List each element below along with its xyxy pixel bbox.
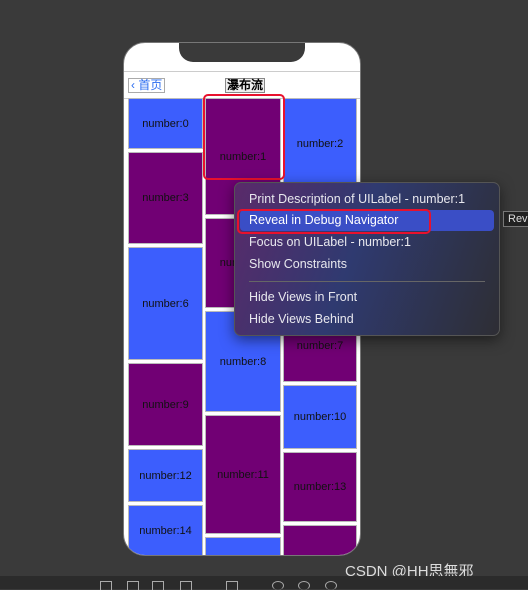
collection-cell[interactable]: number:10	[283, 385, 357, 449]
menu-item-print-description[interactable]: Print Description of UILabel - number:1	[249, 192, 465, 206]
collection-cell[interactable]: number:0	[128, 98, 203, 149]
collection-cell[interactable]	[283, 525, 357, 555]
collection-cell[interactable]: number:2	[283, 98, 357, 190]
context-menu: Print Description of UILabel - number:1 …	[234, 182, 500, 336]
menu-item-reveal-debug-navigator[interactable]: Reveal in Debug Navigator	[249, 213, 398, 227]
collection-cell[interactable]: number:13	[283, 452, 357, 522]
debug-toolbar	[0, 576, 528, 590]
cell-label: number:3	[142, 192, 189, 204]
collection-cell[interactable]	[205, 537, 281, 555]
back-button[interactable]: ‹ 首页	[128, 78, 166, 93]
collection-cell[interactable]: number:9	[128, 363, 203, 446]
collection-cell[interactable]: number:12	[128, 449, 203, 502]
menu-item-focus[interactable]: Focus on UILabel - number:1	[249, 235, 411, 249]
cell-label: number:8	[219, 355, 267, 368]
menu-item-hide-front[interactable]: Hide Views in Front	[249, 290, 357, 304]
cell-label: number:0	[142, 117, 189, 130]
notch	[179, 43, 305, 62]
menu-item-show-constraints[interactable]: Show Constraints	[249, 257, 347, 271]
cell-label: number:9	[142, 398, 189, 411]
collection-cell[interactable]: number:6	[128, 247, 203, 360]
collection-cell[interactable]: number:11	[205, 415, 281, 534]
cell-label: number:7	[296, 340, 344, 352]
nav-title: 瀑布流	[225, 78, 266, 93]
cell-label: number:11	[217, 468, 269, 481]
cell-label: number:13	[293, 481, 347, 493]
cell-label: number:12	[139, 469, 192, 482]
tooltip: Rev	[503, 211, 528, 227]
cell-label: number:2	[296, 138, 344, 150]
cell-label: number:6	[142, 297, 189, 310]
menu-separator	[249, 281, 485, 282]
collection-cell[interactable]: number:14	[128, 505, 203, 555]
cell-label: number:14	[139, 525, 192, 537]
selected-view-outline	[203, 94, 285, 180]
menu-item-hide-behind[interactable]: Hide Views Behind	[249, 312, 354, 326]
back-label: 首页	[138, 78, 163, 92]
cell-label: number:10	[293, 411, 347, 423]
collection-cell[interactable]: number:3	[128, 152, 203, 244]
